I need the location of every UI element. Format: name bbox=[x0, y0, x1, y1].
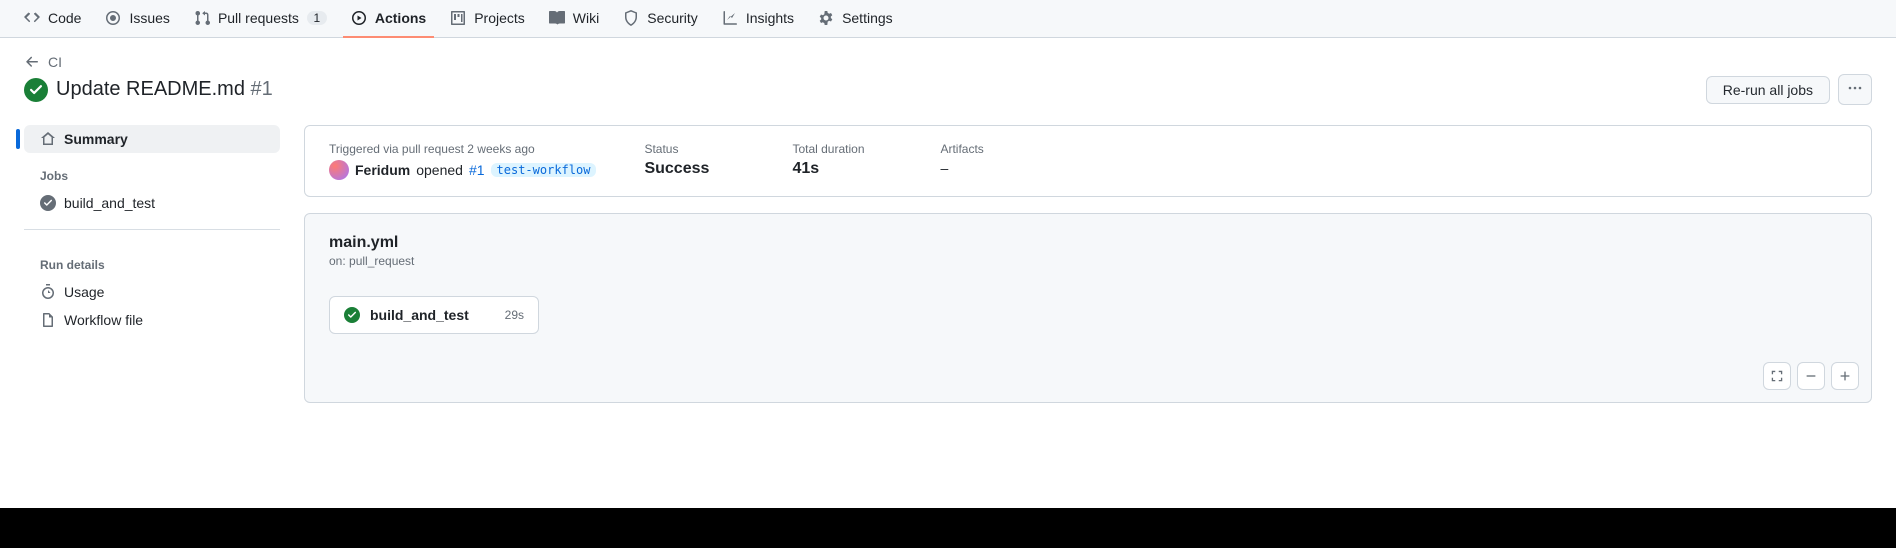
opened-text: opened bbox=[416, 162, 463, 178]
graph-controls bbox=[1763, 362, 1859, 390]
title-row: Update README.md #1 Re-run all jobs bbox=[24, 74, 1872, 105]
sidebar-summary-label: Summary bbox=[64, 131, 128, 147]
sidebar-divider bbox=[24, 229, 280, 230]
project-icon bbox=[450, 10, 466, 26]
zoom-out-button[interactable] bbox=[1797, 362, 1825, 390]
kebab-icon bbox=[1847, 80, 1863, 96]
tab-actions[interactable]: Actions bbox=[343, 0, 434, 38]
tab-projects[interactable]: Projects bbox=[442, 0, 533, 38]
sidebar-usage[interactable]: Usage bbox=[24, 278, 280, 306]
artifacts-value: – bbox=[940, 160, 1040, 176]
tab-settings-label: Settings bbox=[842, 10, 893, 26]
tab-settings[interactable]: Settings bbox=[810, 0, 901, 38]
job-duration: 29s bbox=[505, 308, 524, 322]
play-icon bbox=[351, 10, 367, 26]
branch-tag[interactable]: test-workflow bbox=[491, 163, 597, 177]
arrow-left-icon bbox=[24, 54, 40, 70]
duration-label: Total duration bbox=[792, 142, 892, 156]
run-title-text: Update README.md bbox=[56, 78, 245, 100]
pr-link[interactable]: #1 bbox=[469, 162, 485, 178]
home-icon bbox=[40, 131, 56, 147]
repo-nav: Code Issues Pull requests 1 Actions Proj… bbox=[0, 0, 1896, 38]
tab-wiki[interactable]: Wiki bbox=[541, 0, 607, 38]
tab-code-label: Code bbox=[48, 10, 81, 26]
plus-icon bbox=[1838, 369, 1852, 383]
workflow-graph: main.yml on: pull_request build_and_test… bbox=[304, 213, 1872, 403]
job-card-build-and-test[interactable]: build_and_test 29s bbox=[329, 296, 539, 334]
zoom-in-button[interactable] bbox=[1831, 362, 1859, 390]
actor-name[interactable]: Feridum bbox=[355, 162, 410, 178]
breadcrumb-label: CI bbox=[48, 54, 62, 70]
gear-icon bbox=[818, 10, 834, 26]
shield-icon bbox=[623, 10, 639, 26]
sidebar-usage-label: Usage bbox=[64, 284, 104, 300]
more-actions-button[interactable] bbox=[1838, 74, 1872, 105]
run-number: #1 bbox=[251, 78, 273, 100]
triggered-label: Triggered via pull request 2 weeks ago bbox=[329, 142, 596, 156]
pull-requests-count: 1 bbox=[307, 11, 327, 25]
fullscreen-button[interactable] bbox=[1763, 362, 1791, 390]
job-name: build_and_test bbox=[370, 307, 495, 323]
tab-wiki-label: Wiki bbox=[573, 10, 599, 26]
check-circle-icon bbox=[344, 307, 360, 323]
fullscreen-icon bbox=[1770, 369, 1784, 383]
duration-value[interactable]: 41s bbox=[792, 160, 892, 178]
run-summary-box: Triggered via pull request 2 weeks ago F… bbox=[304, 125, 1872, 197]
tab-insights-label: Insights bbox=[746, 10, 794, 26]
status-value: Success bbox=[644, 160, 744, 178]
file-icon bbox=[40, 312, 56, 328]
avatar[interactable] bbox=[329, 160, 349, 180]
book-icon bbox=[549, 10, 565, 26]
stopwatch-icon bbox=[40, 284, 56, 300]
tab-security-label: Security bbox=[647, 10, 698, 26]
issue-icon bbox=[105, 10, 121, 26]
sidebar-summary[interactable]: Summary bbox=[24, 125, 280, 153]
check-circle-icon bbox=[40, 195, 56, 211]
tab-insights[interactable]: Insights bbox=[714, 0, 802, 38]
check-circle-icon bbox=[24, 78, 48, 102]
pull-request-icon bbox=[194, 10, 210, 26]
rerun-all-jobs-button[interactable]: Re-run all jobs bbox=[1706, 76, 1830, 104]
tab-security[interactable]: Security bbox=[615, 0, 706, 38]
tab-pull-requests-label: Pull requests bbox=[218, 10, 299, 26]
sidebar-workflow-file-label: Workflow file bbox=[64, 312, 143, 328]
tab-actions-label: Actions bbox=[375, 10, 426, 26]
tab-pull-requests[interactable]: Pull requests 1 bbox=[186, 0, 335, 38]
os-taskbar[interactable] bbox=[0, 508, 1896, 548]
tab-code[interactable]: Code bbox=[16, 0, 89, 38]
tab-issues[interactable]: Issues bbox=[97, 0, 177, 38]
code-icon bbox=[24, 10, 40, 26]
run-title: Update README.md #1 bbox=[56, 78, 273, 101]
sidebar-run-details-title: Run details bbox=[24, 242, 280, 278]
sidebar-workflow-file[interactable]: Workflow file bbox=[24, 306, 280, 334]
run-sidebar: Summary Jobs build_and_test Run details … bbox=[24, 125, 280, 403]
workflow-trigger: on: pull_request bbox=[329, 254, 1847, 268]
sidebar-job-build-and-test[interactable]: build_and_test bbox=[24, 189, 280, 217]
sidebar-job-label: build_and_test bbox=[64, 195, 155, 211]
graph-icon bbox=[722, 10, 738, 26]
main-content: Triggered via pull request 2 weeks ago F… bbox=[304, 125, 1872, 403]
workflow-file-name: main.yml bbox=[329, 234, 1847, 252]
tab-projects-label: Projects bbox=[474, 10, 525, 26]
sidebar-jobs-title: Jobs bbox=[24, 153, 280, 189]
status-label: Status bbox=[644, 142, 744, 156]
minus-icon bbox=[1804, 369, 1818, 383]
tab-issues-label: Issues bbox=[129, 10, 169, 26]
artifacts-label: Artifacts bbox=[940, 142, 1040, 156]
breadcrumb[interactable]: CI bbox=[24, 54, 1872, 70]
